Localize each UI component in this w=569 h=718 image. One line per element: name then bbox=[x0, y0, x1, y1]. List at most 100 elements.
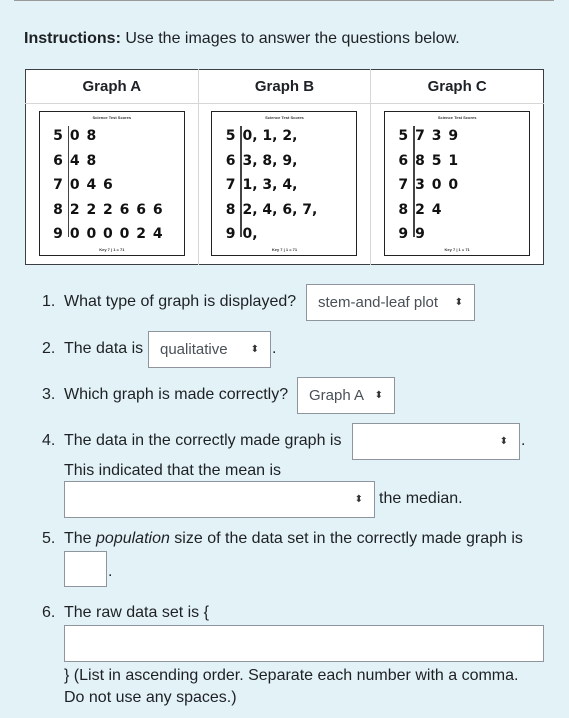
question-5: 5. The population size of the data set in… bbox=[42, 529, 523, 549]
leaves: 1, 3, 4, bbox=[242, 177, 298, 194]
stem: 8 bbox=[53, 201, 63, 218]
data-shape-select[interactable]: ⬍ bbox=[352, 423, 520, 460]
question-2: 2. The data is bbox=[42, 339, 143, 359]
plot-row: 8 2 2 2 6 6 6 bbox=[40, 198, 184, 223]
leaves: 9 bbox=[415, 226, 426, 243]
question-text: The raw data set is { bbox=[64, 604, 209, 621]
stem: 9 bbox=[53, 226, 63, 243]
graph-b-stem-leaf-plot: Science Test Scores 5 0, 1, 2, 6 3, 8, 9, … bbox=[211, 111, 358, 256]
stem: 6 bbox=[53, 152, 63, 169]
graph-b-cell: Science Test Scores 5 0, 1, 2, 6 3, 8, 9, … bbox=[198, 103, 372, 265]
leaves: 3, 8, 9, bbox=[242, 152, 298, 169]
select-arrows-icon: ⬍ bbox=[454, 297, 463, 308]
select-value: Graph A bbox=[309, 387, 365, 404]
plot-row: 7 3 0 0 bbox=[385, 173, 529, 198]
question-3: 3. Which graph is made correctly? bbox=[42, 385, 288, 405]
period: . bbox=[521, 432, 526, 449]
period: . bbox=[108, 563, 113, 580]
select-value: qualitative bbox=[160, 341, 228, 358]
period: . bbox=[272, 340, 277, 357]
instructions: Instructions: Use the images to answer t… bbox=[24, 29, 460, 49]
question-text: size of the data set in the correctly ma… bbox=[169, 530, 523, 547]
stem: 9 bbox=[225, 226, 236, 243]
plot-row: 99 bbox=[385, 222, 529, 247]
stem: 9 bbox=[398, 226, 409, 243]
population-size-input[interactable] bbox=[64, 551, 107, 587]
leaves: 2 2 2 6 6 6 bbox=[69, 201, 164, 218]
plot-key: Key 7 | 1 = 71 bbox=[99, 247, 125, 252]
mean-vs-median-select[interactable]: ⬍ bbox=[64, 481, 375, 518]
plot-title: Science Test Scores bbox=[92, 115, 132, 120]
data-type-select[interactable]: qualitative ⬍ bbox=[148, 331, 271, 368]
plot-row: 7 0 4 6 bbox=[40, 173, 184, 198]
question-number: 4. bbox=[42, 432, 56, 449]
select-arrows-icon: ⬍ bbox=[354, 494, 363, 505]
stem: 6 bbox=[225, 152, 236, 169]
raw-data-input[interactable] bbox=[64, 625, 544, 662]
question-text: Which graph is made correctly? bbox=[64, 386, 289, 403]
plot-row: 5 0 8 bbox=[40, 124, 184, 149]
graph-type-select[interactable]: stem-and-leaf plot ⬍ bbox=[306, 284, 475, 321]
plot-key: Key 7 | 1 = 71 bbox=[444, 247, 470, 252]
leaves: 0 0 0 0 2 4 bbox=[69, 226, 164, 243]
leaves: 0, 1, 2, bbox=[242, 128, 298, 144]
question-text: What type of graph is displayed? bbox=[64, 293, 297, 310]
instructions-label: Instructions: bbox=[24, 30, 121, 47]
question-number: 2. bbox=[42, 340, 56, 357]
question-number: 3. bbox=[42, 386, 56, 403]
question-text: The bbox=[64, 530, 97, 547]
graph-b-header: Graph B bbox=[198, 69, 372, 104]
plot-row: 9 0 0 0 0 2 4 bbox=[40, 222, 184, 247]
plot-row: 8 2, 4, 6, 7, bbox=[212, 198, 356, 223]
stem: 8 bbox=[225, 201, 236, 218]
plot-row: 7 1, 3, 4, bbox=[212, 173, 356, 198]
graph-c-cell: Science Test Scores 5 7 3 9 6 8 5 1 7 3 0 0… bbox=[371, 104, 544, 265]
stem: 7 bbox=[53, 177, 63, 194]
graph-c-stem-leaf-plot: Science Test Scores 5 7 3 9 6 8 5 1 7 3 0 0… bbox=[384, 111, 531, 256]
question-number: 6. bbox=[42, 604, 56, 621]
stem: 5 bbox=[398, 128, 409, 144]
leaves: 0, bbox=[242, 226, 258, 243]
correct-graph-select[interactable]: Graph A ⬍ bbox=[297, 377, 395, 414]
question-text-suffix: the median. bbox=[379, 490, 463, 507]
question-emphasis: population bbox=[96, 530, 170, 547]
graph-a-header: Graph A bbox=[25, 69, 199, 104]
question-text: The data is bbox=[64, 340, 144, 357]
question-4: 4. The data in the correctly made graph i… bbox=[42, 431, 341, 451]
leaves: 7 3 9 bbox=[415, 128, 460, 144]
select-arrows-icon: ⬍ bbox=[250, 344, 259, 355]
leaves: 4 8 bbox=[69, 152, 98, 169]
select-arrows-icon: ⬍ bbox=[499, 436, 508, 447]
select-value: stem-and-leaf plot bbox=[318, 294, 439, 311]
plot-row: 8 2 4 bbox=[385, 198, 529, 223]
question-6: 6. The raw data set is { bbox=[42, 603, 209, 623]
stem: 5 bbox=[225, 128, 236, 144]
plot-title: Science Test Scores bbox=[437, 115, 477, 120]
top-divider bbox=[14, 0, 554, 1]
stem: 5 bbox=[53, 128, 63, 144]
leaves: 2 4 bbox=[415, 201, 443, 218]
plot-key: Key 7 | 1 = 71 bbox=[271, 247, 298, 252]
leaves: 8 5 1 bbox=[415, 152, 460, 169]
leaves: 0 4 6 bbox=[69, 177, 114, 194]
graph-c-header: Graph C bbox=[370, 69, 544, 104]
leaves: 2, 4, 6, 7, bbox=[242, 201, 318, 218]
graph-a-cell: Science Test Scores 5 0 8 6 4 8 7 0 4 6 8 2 … bbox=[25, 103, 199, 265]
stem: 7 bbox=[398, 177, 409, 194]
plot-row: 6 8 5 1 bbox=[385, 149, 529, 174]
plot-title: Science Test Scores bbox=[265, 115, 304, 120]
plot-row: 6 4 8 bbox=[40, 149, 184, 174]
stem: 6 bbox=[398, 152, 409, 169]
plot-row: 9 0, bbox=[212, 222, 356, 247]
graphs-table: Graph A Graph B Graph C Science Test Sco… bbox=[25, 69, 544, 265]
plot-row: 5 0, 1, 2, bbox=[212, 124, 356, 149]
question-number: 5. bbox=[42, 530, 56, 547]
question-text: The data in the correctly made graph is bbox=[64, 432, 342, 449]
graph-a-stem-leaf-plot: Science Test Scores 5 0 8 6 4 8 7 0 4 6 8 2 … bbox=[38, 111, 185, 256]
instructions-text: Use the images to answer the questions b… bbox=[120, 30, 460, 47]
select-arrows-icon: ⬍ bbox=[374, 390, 383, 401]
stem: 7 bbox=[225, 177, 236, 194]
question-instructions-line-1: } (List in ascending order. Separate eac… bbox=[64, 667, 519, 684]
plot-row: 5 7 3 9 bbox=[385, 124, 529, 149]
question-instructions-line-2: Do not use any spaces.) bbox=[64, 689, 237, 706]
